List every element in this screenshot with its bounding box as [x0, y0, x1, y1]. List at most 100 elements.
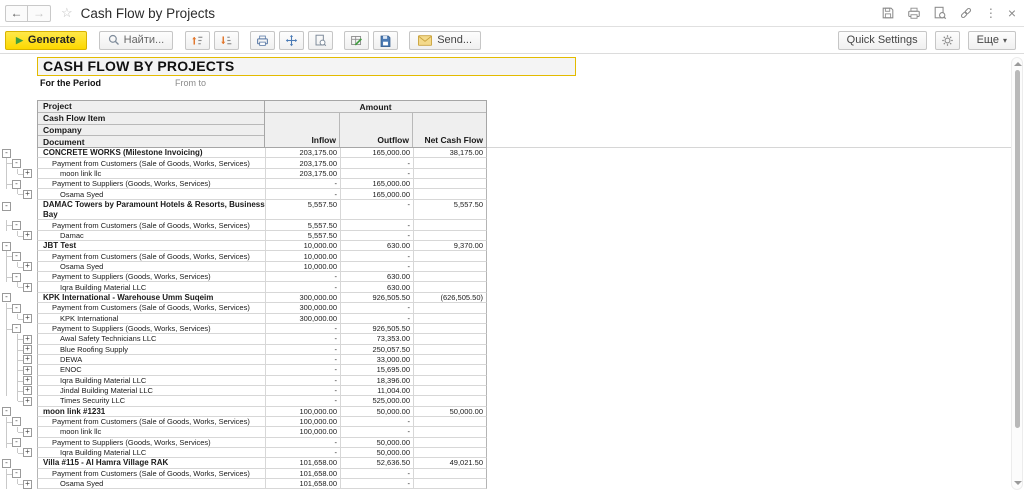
collapse-group-box[interactable]: - [2, 202, 11, 211]
cell-net[interactable] [414, 303, 487, 313]
cell-outflow[interactable]: - [341, 220, 414, 230]
collapse-groups-button[interactable] [185, 31, 210, 50]
cell-inflow[interactable]: - [266, 355, 341, 365]
cell-outflow[interactable]: 50,000.00 [341, 407, 414, 417]
cell-inflow[interactable]: 300,000.00 [266, 314, 341, 324]
cell-outflow[interactable]: 50,000.00 [341, 438, 414, 448]
expand-groups-button[interactable] [214, 31, 239, 50]
row-label[interactable]: Osama Syed [37, 189, 266, 199]
generate-button[interactable]: ▶ Generate [5, 31, 87, 50]
cell-inflow[interactable]: 300,000.00 [266, 293, 341, 303]
collapse-group-box[interactable]: - [12, 221, 21, 230]
cell-outflow[interactable]: 926,505.50 [341, 324, 414, 334]
print-icon[interactable] [907, 6, 922, 21]
cell-outflow[interactable]: 165,000.00 [341, 179, 414, 189]
cell-net[interactable] [414, 169, 487, 179]
cell-inflow[interactable]: 5,557.50 [266, 220, 341, 230]
cell-inflow[interactable]: - [266, 324, 341, 334]
collapse-group-box[interactable]: - [12, 180, 21, 189]
expand-group-box[interactable]: + [23, 355, 32, 364]
row-label[interactable]: DAMAC Towers by Paramount Hotels & Resor… [37, 200, 266, 221]
row-label[interactable]: KPK International - Warehouse Umm Suqeim [37, 293, 266, 303]
expand-group-box[interactable]: + [23, 366, 32, 375]
collapse-group-box[interactable]: - [2, 242, 11, 251]
expand-group-box[interactable]: + [23, 335, 32, 344]
expand-group-box[interactable]: + [23, 231, 32, 240]
save-icon[interactable] [881, 6, 896, 21]
cell-inflow[interactable]: 5,557.50 [266, 231, 341, 241]
cell-outflow[interactable]: 18,396.00 [341, 376, 414, 386]
cell-inflow[interactable]: 203,175.00 [266, 158, 341, 168]
cell-inflow[interactable]: - [266, 386, 341, 396]
cell-outflow[interactable]: - [341, 158, 414, 168]
edit-document-button[interactable] [344, 31, 369, 50]
vertical-scrollbar[interactable] [1011, 57, 1023, 490]
row-label[interactable]: Blue Roofing Supply [37, 345, 266, 355]
cell-outflow[interactable]: 33,000.00 [341, 355, 414, 365]
row-label[interactable]: Iqra Building Material LLC [37, 376, 266, 386]
save-document-button[interactable] [373, 31, 398, 50]
cell-net[interactable]: 38,175.00 [414, 148, 487, 158]
cell-inflow[interactable]: - [266, 396, 341, 406]
row-label[interactable]: DEWA [37, 355, 266, 365]
collapse-group-box[interactable]: - [2, 293, 11, 302]
kebab-menu-icon[interactable]: ⋮ [985, 6, 997, 20]
cell-net[interactable] [414, 282, 487, 292]
row-label[interactable]: CONCRETE WORKS (Milestone Invoicing) [37, 148, 266, 158]
cell-net[interactable]: (626,505.50) [414, 293, 487, 303]
forward-button[interactable]: → [28, 5, 51, 22]
expand-group-box[interactable]: + [23, 376, 32, 385]
expand-group-box[interactable]: + [23, 345, 32, 354]
expand-group-box[interactable]: + [23, 283, 32, 292]
cell-outflow[interactable]: 50,000.00 [341, 448, 414, 458]
collapse-group-box[interactable]: - [12, 324, 21, 333]
row-label[interactable]: Payment to Suppliers (Goods, Works, Serv… [37, 179, 266, 189]
cell-net[interactable] [414, 179, 487, 189]
collapse-group-box[interactable]: - [12, 469, 21, 478]
close-icon[interactable]: × [1008, 5, 1016, 21]
cell-net[interactable] [414, 251, 487, 261]
cell-outflow[interactable]: 525,000.00 [341, 396, 414, 406]
link-icon[interactable] [959, 6, 974, 21]
cell-outflow[interactable]: - [341, 262, 414, 272]
cell-outflow[interactable]: - [341, 303, 414, 313]
cell-net[interactable]: 9,370.00 [414, 241, 487, 251]
cell-net[interactable] [414, 272, 487, 282]
cell-net[interactable] [414, 448, 487, 458]
expand-group-box[interactable]: + [23, 262, 32, 271]
find-button[interactable]: Найти... [99, 31, 174, 50]
row-label[interactable]: Payment to Suppliers (Goods, Works, Serv… [37, 324, 266, 334]
expand-group-box[interactable]: + [23, 190, 32, 199]
cell-inflow[interactable]: - [266, 282, 341, 292]
row-label[interactable]: Payment from Customers (Sale of Goods, W… [37, 251, 266, 261]
collapse-group-box[interactable]: - [12, 273, 21, 282]
row-label[interactable]: Payment to Suppliers (Goods, Works, Serv… [37, 438, 266, 448]
cell-outflow[interactable]: - [341, 417, 414, 427]
cell-net[interactable] [414, 469, 487, 479]
cell-inflow[interactable]: - [266, 438, 341, 448]
collapse-group-box[interactable]: - [12, 417, 21, 426]
cell-outflow[interactable]: - [341, 169, 414, 179]
collapse-group-box[interactable]: - [12, 159, 21, 168]
cell-net[interactable]: 5,557.50 [414, 200, 487, 221]
cell-inflow[interactable]: - [266, 345, 341, 355]
page-setup-button[interactable] [279, 31, 304, 50]
row-label[interactable]: Damac [37, 231, 266, 241]
cell-outflow[interactable]: 250,057.50 [341, 345, 414, 355]
cell-inflow[interactable]: - [266, 365, 341, 375]
report-settings-button[interactable] [935, 31, 960, 50]
row-label[interactable]: moon link #1231 [37, 407, 266, 417]
row-label[interactable]: Payment from Customers (Sale of Goods, W… [37, 220, 266, 230]
print-preview-button[interactable] [308, 31, 333, 50]
cell-net[interactable]: 49,021.50 [414, 458, 487, 468]
collapse-group-box[interactable]: - [12, 304, 21, 313]
expand-group-box[interactable]: + [23, 386, 32, 395]
row-label[interactable]: Payment from Customers (Sale of Goods, W… [37, 469, 266, 479]
cell-outflow[interactable]: - [341, 469, 414, 479]
send-button[interactable]: Send... [409, 31, 481, 50]
row-label[interactable]: moon link llc [37, 169, 266, 179]
cell-outflow[interactable]: 73,353.00 [341, 334, 414, 344]
scroll-down-arrow-icon[interactable] [1014, 481, 1022, 485]
cell-outflow[interactable]: 165,000.00 [341, 189, 414, 199]
quick-settings-button[interactable]: Quick Settings [838, 31, 927, 50]
